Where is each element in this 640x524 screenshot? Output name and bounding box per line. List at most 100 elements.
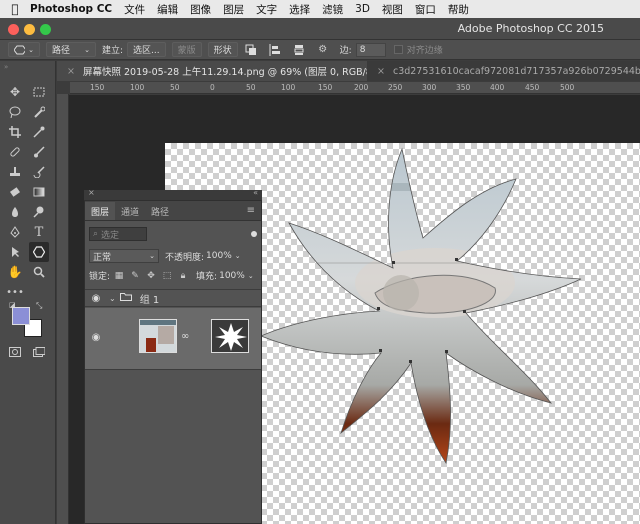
lock-paint-icon[interactable]: ✎ [130, 271, 140, 281]
menu-3d[interactable]: 3D [355, 3, 370, 15]
selection-button[interactable]: 选区... [127, 42, 166, 57]
window-title: Adobe Photoshop CC 2015 [457, 22, 604, 35]
anchor-point[interactable] [409, 360, 412, 363]
quick-mask-icon[interactable] [6, 343, 24, 361]
anchor-point[interactable] [379, 349, 382, 352]
anchor-point[interactable] [392, 261, 395, 264]
layer-group-row[interactable]: ◉ ⌄ 组 1 [85, 289, 261, 307]
menu-view[interactable]: 视图 [382, 2, 403, 17]
eraser-icon[interactable] [6, 183, 24, 201]
vector-mask-thumbnail[interactable] [211, 319, 249, 353]
menu-type[interactable]: 文字 [256, 2, 277, 17]
menu-filter[interactable]: 滤镜 [322, 2, 343, 17]
panel-collapse-icon[interactable]: × [88, 188, 95, 197]
chevron-down-icon[interactable]: ⌄ [109, 294, 116, 303]
panel-expand-icon[interactable]: « [253, 188, 258, 197]
menu-help[interactable]: 帮助 [448, 2, 469, 17]
close-tab-icon[interactable]: × [377, 66, 385, 77]
lock-artboard-icon[interactable]: ⬚ [162, 271, 172, 281]
window-title-bar: Adobe Photoshop CC 2015 [0, 18, 640, 40]
panel-menu-icon[interactable]: ≡ [247, 205, 255, 216]
lock-label: 锁定: [89, 272, 111, 282]
tab-channels[interactable]: 通道 [115, 202, 145, 220]
pen-icon[interactable] [6, 223, 24, 241]
dodge-icon[interactable] [30, 203, 48, 221]
anchor-point[interactable] [455, 258, 458, 261]
ruler-mark: 350 [456, 83, 471, 92]
apple-icon[interactable]:  [0, 2, 30, 16]
layers-panel: 图层 通道 路径 ≡ ⌕ 选定 正常 ⌄ 不透明度: 100% ⌄ 锁定: ▦ … [84, 200, 262, 524]
ruler-mark: 500 [560, 83, 575, 92]
blend-mode-select[interactable]: 正常 ⌄ [89, 249, 159, 263]
menu-app-name[interactable]: Photoshop CC [30, 3, 112, 15]
brush-icon[interactable] [30, 143, 48, 161]
zoom-window-button[interactable] [40, 24, 51, 35]
hand-icon[interactable]: ✋ [6, 263, 24, 281]
close-tab-icon[interactable]: × [67, 66, 75, 77]
screen-mode-icon[interactable] [30, 343, 48, 361]
anchor-point[interactable] [445, 350, 448, 353]
quick-selection-icon[interactable] [30, 103, 48, 121]
mode-select[interactable]: 路径 ⌄ [46, 42, 96, 57]
gear-icon[interactable]: ⚙ [316, 43, 330, 57]
anchor-point[interactable] [377, 307, 380, 310]
gradient-icon[interactable] [30, 183, 48, 201]
sides-label: 边: [339, 46, 352, 56]
foreground-color-swatch[interactable] [12, 307, 30, 325]
history-brush-icon[interactable] [30, 163, 48, 181]
tool-preset-picker[interactable]: ⌄ [8, 42, 40, 57]
lock-position-icon[interactable]: ✥ [146, 271, 156, 281]
crop-icon[interactable] [6, 123, 24, 141]
ruler-mark: 150 [318, 83, 333, 92]
chevron-down-icon[interactable]: ⌄ [235, 252, 241, 260]
filter-toggle-icon[interactable] [251, 231, 257, 237]
stamp-icon[interactable] [6, 163, 24, 181]
tab-document-2[interactable]: × c3d27531610cacaf972081d717357a926b0729… [367, 61, 640, 81]
marquee-icon[interactable] [30, 83, 48, 101]
tab-layers[interactable]: 图层 [85, 202, 116, 220]
search-icon: ⌕ [93, 229, 99, 239]
chevron-down-icon[interactable]: ⌄ [248, 272, 254, 280]
tab-paths[interactable]: 路径 [145, 202, 175, 220]
eye-icon[interactable]: ◉ [85, 332, 107, 343]
lasso-icon[interactable] [6, 103, 24, 121]
path-alignment-icon[interactable] [268, 43, 282, 57]
tab-document-1[interactable]: × 屏幕快照 2019-05-28 上午11.29.14.png @ 69% (… [57, 61, 367, 81]
anchor-point[interactable] [463, 310, 466, 313]
eyedropper-icon[interactable] [30, 123, 48, 141]
layer-thumbnail[interactable] [139, 319, 177, 353]
eye-icon[interactable]: ◉ [85, 293, 107, 304]
minimize-window-button[interactable] [24, 24, 35, 35]
layer-filter-field[interactable]: ⌕ 选定 [89, 227, 147, 241]
zoom-icon[interactable] [30, 263, 48, 281]
layer-row[interactable]: ◉ ∞ [85, 308, 261, 370]
menu-layer[interactable]: 图层 [223, 2, 244, 17]
path-arrangement-icon[interactable] [292, 43, 306, 57]
chain-link-icon[interactable]: ∞ [181, 331, 189, 342]
path-selection-icon[interactable] [6, 243, 24, 261]
menu-select[interactable]: 选择 [289, 2, 310, 17]
swap-colors-icon[interactable]: ⤡ [36, 301, 42, 311]
sides-input[interactable]: 8 [355, 42, 386, 57]
type-icon[interactable]: T [30, 223, 48, 241]
menu-file[interactable]: 文件 [124, 2, 145, 17]
blur-icon[interactable] [6, 203, 24, 221]
mask-button[interactable]: 蒙版 [171, 42, 202, 57]
move-icon[interactable]: ✥ [6, 83, 24, 101]
polygon-icon[interactable] [29, 242, 49, 262]
menu-window[interactable]: 窗口 [415, 2, 436, 17]
opacity-value[interactable]: 100% [206, 251, 232, 261]
fill-value[interactable]: 100% [219, 271, 245, 281]
toolbar-collapse-icon[interactable]: » [4, 63, 8, 71]
menu-image[interactable]: 图像 [190, 2, 211, 17]
close-window-button[interactable] [8, 24, 19, 35]
healing-brush-icon[interactable] [6, 143, 24, 161]
tab-document-2-label: c3d27531610cacaf972081d717357a926b072954… [392, 65, 640, 77]
lock-all-icon[interactable]: 🔒︎ [178, 271, 188, 281]
lock-transparent-icon[interactable]: ▦ [114, 271, 124, 281]
shape-button[interactable]: 形状 [207, 42, 238, 57]
more-tools-icon[interactable]: ••• [6, 283, 24, 301]
path-operations-icon[interactable] [244, 43, 258, 57]
menu-edit[interactable]: 编辑 [157, 2, 178, 17]
align-edges-checkbox[interactable] [393, 45, 403, 54]
